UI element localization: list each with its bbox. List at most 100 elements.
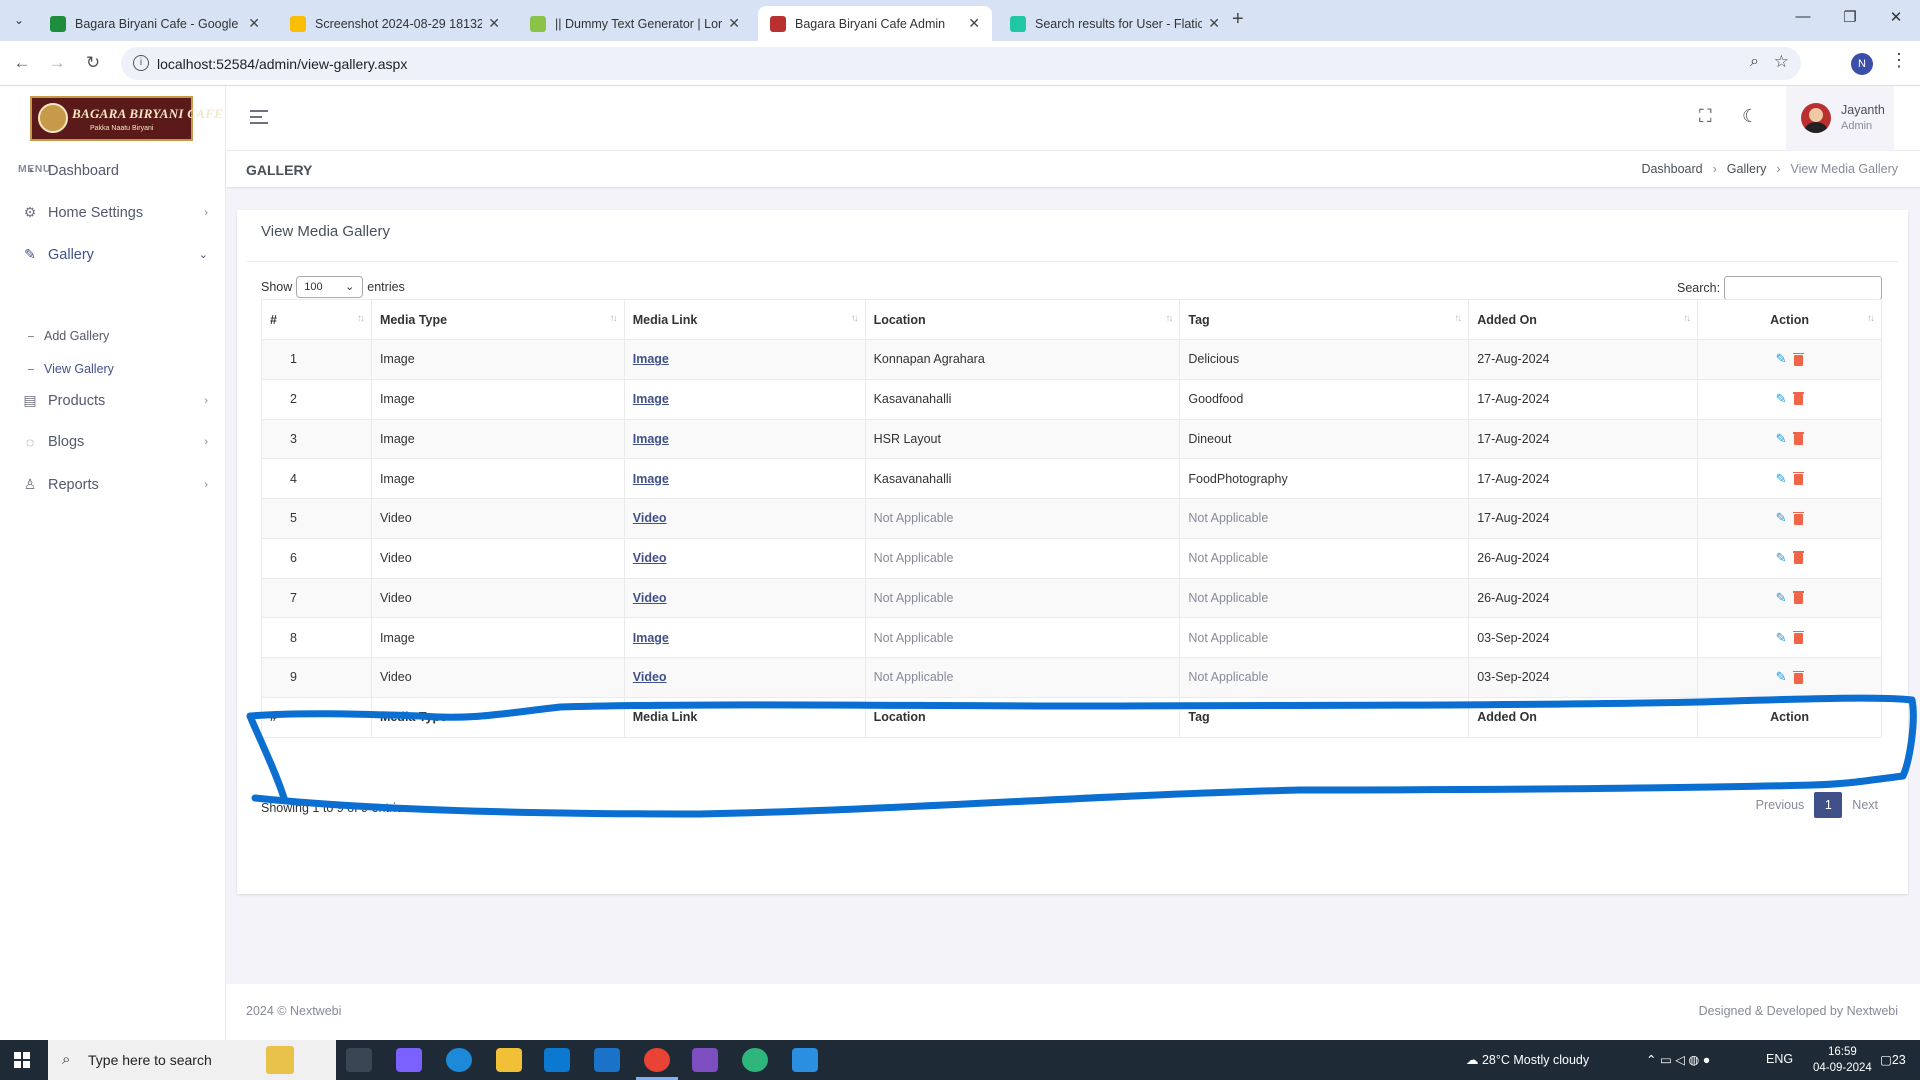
- edit-pencil-icon[interactable]: ✎: [1776, 590, 1787, 605]
- language-indicator[interactable]: ENG: [1766, 1052, 1793, 1066]
- column-header[interactable]: Media Type ↑↓: [370, 299, 625, 340]
- column-header[interactable]: Action ↑↓: [1697, 299, 1882, 340]
- delete-trash-icon[interactable]: [1793, 670, 1805, 684]
- breadcrumb-gallery[interactable]: Gallery: [1727, 162, 1767, 176]
- restore-icon[interactable]: ❐: [1830, 8, 1870, 26]
- edit-pencil-icon[interactable]: ✎: [1776, 510, 1787, 525]
- media-link[interactable]: Video: [633, 591, 667, 605]
- browser-tab[interactable]: Screenshot 2024-08-29 181324 ✕: [278, 6, 512, 41]
- browser-tab[interactable]: || Dummy Text Generator | Lorem ✕: [518, 6, 752, 41]
- new-tab-button[interactable]: +: [1232, 8, 1244, 31]
- breadcrumb-dashboard[interactable]: Dashboard: [1641, 162, 1702, 176]
- media-link[interactable]: Image: [633, 631, 669, 645]
- delete-trash-icon[interactable]: [1793, 591, 1805, 605]
- browser-tab[interactable]: Bagara Biryani Cafe Admin ✕: [758, 6, 992, 41]
- media-link[interactable]: Image: [633, 392, 669, 406]
- media-link-cell: Video: [623, 537, 866, 579]
- hamburger-menu-icon[interactable]: [250, 110, 268, 128]
- site-info-icon[interactable]: i: [133, 55, 149, 71]
- taskbar-search[interactable]: ⌕ Type here to search: [48, 1040, 336, 1080]
- azure-data-studio-icon[interactable]: [792, 1048, 818, 1072]
- column-header[interactable]: Tag ↑↓: [1179, 299, 1470, 340]
- url-text[interactable]: localhost:52584/admin/view-gallery.aspx: [157, 56, 407, 72]
- delete-trash-icon[interactable]: [1793, 432, 1805, 446]
- edit-pencil-icon[interactable]: ✎: [1776, 471, 1787, 486]
- media-link[interactable]: Video: [633, 551, 667, 565]
- sidebar-item-gallery[interactable]: ✎ Gallery ⌄: [22, 246, 208, 263]
- column-header[interactable]: Location ↑↓: [864, 299, 1181, 340]
- sidebar-subitem-view-gallery[interactable]: View Gallery: [28, 362, 114, 376]
- zoom-icon[interactable]: ⌕: [1750, 53, 1759, 71]
- delete-trash-icon[interactable]: [1793, 352, 1805, 366]
- user-menu[interactable]: Jayanth Admin: [1786, 86, 1894, 151]
- edit-pencil-icon[interactable]: ✎: [1776, 630, 1787, 645]
- sidebar-item-home-settings[interactable]: ⚙ Home Settings ›: [22, 204, 208, 221]
- dark-mode-moon-icon[interactable]: ☾: [1742, 106, 1758, 127]
- slack-icon[interactable]: [742, 1048, 768, 1072]
- windows-start-icon[interactable]: [14, 1052, 30, 1068]
- column-header[interactable]: Media Link ↑↓: [623, 299, 866, 340]
- browser-menu-icon[interactable]: ⋮: [1890, 50, 1908, 71]
- profile-avatar[interactable]: N: [1851, 53, 1873, 75]
- clock[interactable]: 16:59 04-09-2024: [1813, 1044, 1872, 1076]
- minimize-icon[interactable]: —: [1783, 8, 1823, 25]
- mail-icon[interactable]: [594, 1048, 620, 1072]
- task-view-icon[interactable]: [346, 1048, 372, 1072]
- sidebar-item-dashboard[interactable]: ◔ Dashboard: [22, 163, 208, 179]
- close-tab-icon[interactable]: ✕: [968, 15, 980, 32]
- reload-icon[interactable]: ↻: [82, 53, 104, 73]
- edit-pencil-icon[interactable]: ✎: [1776, 669, 1787, 684]
- close-tab-icon[interactable]: ✕: [1208, 15, 1220, 32]
- next-page-button[interactable]: Next: [1842, 798, 1888, 812]
- fullscreen-icon[interactable]: ⛶: [1699, 106, 1712, 127]
- added-on-cell: 03-Sep-2024: [1468, 657, 1699, 698]
- visual-studio-icon[interactable]: [692, 1048, 718, 1072]
- column-header[interactable]: Added On ↑↓: [1468, 299, 1699, 340]
- file-explorer-icon[interactable]: [496, 1048, 522, 1072]
- edit-pencil-icon[interactable]: ✎: [1776, 550, 1787, 565]
- tab-search-chevron-icon[interactable]: ⌄: [8, 9, 30, 31]
- media-link[interactable]: Image: [633, 352, 669, 366]
- previous-page-button[interactable]: Previous: [1746, 798, 1815, 812]
- close-tab-icon[interactable]: ✕: [728, 15, 740, 32]
- weather-widget[interactable]: ☁ 28°C Mostly cloudy: [1466, 1052, 1589, 1067]
- page-number-button[interactable]: 1: [1814, 792, 1843, 818]
- column-header[interactable]: # ↑↓: [261, 299, 372, 340]
- edit-pencil-icon[interactable]: ✎: [1776, 431, 1787, 446]
- edit-pencil-icon[interactable]: ✎: [1776, 391, 1787, 406]
- delete-trash-icon[interactable]: [1793, 630, 1805, 644]
- notification-badge[interactable]: ▢23: [1880, 1052, 1906, 1067]
- sidebar-item-blogs[interactable]: ◌ Blogs ›: [22, 434, 208, 450]
- added-on-cell: 03-Sep-2024: [1468, 617, 1699, 658]
- close-tab-icon[interactable]: ✕: [488, 15, 500, 32]
- bookmark-star-icon[interactable]: ☆: [1774, 52, 1789, 72]
- store-icon[interactable]: [544, 1048, 570, 1072]
- close-tab-icon[interactable]: ✕: [248, 15, 260, 32]
- breadcrumb-current: View Media Gallery: [1790, 162, 1898, 176]
- omnibox[interactable]: i localhost:52584/admin/view-gallery.asp…: [121, 47, 1801, 80]
- forward-icon[interactable]: →: [46, 53, 68, 73]
- browser-tab[interactable]: Bagara Biryani Cafe - Google Sh ✕: [38, 6, 272, 41]
- edit-pencil-icon[interactable]: ✎: [1776, 351, 1787, 366]
- copilot-icon[interactable]: [396, 1048, 422, 1072]
- media-link[interactable]: Video: [633, 511, 667, 525]
- media-link[interactable]: Video: [633, 670, 667, 684]
- close-window-icon[interactable]: ✕: [1876, 8, 1916, 26]
- back-icon[interactable]: ←: [11, 53, 33, 73]
- sidebar-item-products[interactable]: ▤ Products ›: [22, 392, 208, 409]
- sidebar-item-reports[interactable]: ♙ Reports ›: [22, 476, 208, 493]
- browser-tab[interactable]: Search results for User - Flaticon ✕: [998, 6, 1232, 41]
- brand-logo[interactable]: BAGARA BIRYANI CAFE Pakka Naatu Biryani: [30, 96, 223, 141]
- media-link[interactable]: Image: [633, 432, 669, 446]
- delete-trash-icon[interactable]: [1793, 471, 1805, 485]
- entries-select[interactable]: 100 ⌄: [296, 276, 364, 298]
- media-link[interactable]: Image: [633, 472, 669, 486]
- chrome-icon[interactable]: [644, 1048, 670, 1072]
- tray-icons[interactable]: ⌃ ▭ ◁ ◍ ●: [1646, 1052, 1710, 1067]
- delete-trash-icon[interactable]: [1793, 511, 1805, 525]
- search-input[interactable]: [1724, 276, 1883, 300]
- delete-trash-icon[interactable]: [1793, 392, 1805, 406]
- edge-icon[interactable]: [446, 1048, 472, 1072]
- sidebar-subitem-add-gallery[interactable]: Add Gallery: [28, 329, 109, 343]
- delete-trash-icon[interactable]: [1793, 551, 1805, 565]
